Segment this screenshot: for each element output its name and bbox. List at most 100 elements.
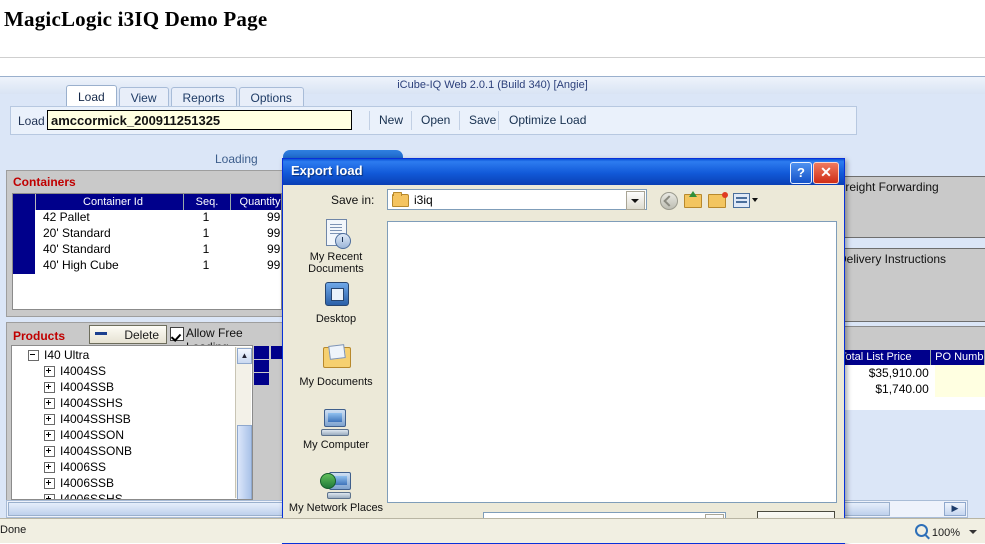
cell-container-id: 40' Standard [43,242,111,256]
views-glyph [733,193,750,208]
containers-grid[interactable]: Container Id Seq. Quantity Loa 42 Pallet… [12,193,282,310]
place-my-recent-documents[interactable]: My Recent Documents [287,219,385,275]
save-in-label: Save in: [331,193,375,207]
open-button[interactable]: Open [411,111,459,130]
price-grid[interactable]: Total List Price PO Number $35,910.00 $1… [836,350,985,410]
scrollbar-thumb[interactable] [237,425,252,499]
column-container-id[interactable]: Container Id [36,194,184,210]
expand-icon[interactable] [44,462,55,474]
column-quantity[interactable]: Quantity [231,194,281,210]
chevron-down-icon[interactable] [752,198,758,202]
file-list[interactable] [387,221,837,503]
place-my-network-places[interactable]: My Network Places [287,470,385,514]
tree-node[interactable]: I4004SSHSB [12,411,252,427]
new-button[interactable]: New [369,111,412,130]
new-folder-icon[interactable] [708,191,728,209]
tree-node[interactable]: I4004SSON [12,427,252,443]
close-icon[interactable]: ✕ [813,162,839,184]
expand-icon[interactable] [44,366,55,378]
tree-vertical-scrollbar[interactable]: ▲ [235,347,252,499]
tree-node-label: I4004SSON [60,428,125,442]
place-label: Desktop [315,313,357,325]
tree-node[interactable]: I4006SSHS [12,491,252,499]
products-tree[interactable]: I40 Ultra I4004SS I4004SSB I4004SSHS I40… [11,345,253,500]
tree-node-label: I4004SSHS [60,396,123,410]
place-desktop[interactable]: Desktop [287,281,385,325]
expand-icon[interactable] [44,414,55,426]
right-panel-spacer [836,326,985,353]
products-panel: Products Delete Allow Free Loading I40 U… [6,322,288,504]
load-input[interactable]: amccormick_200911251325 [47,110,352,130]
place-my-documents[interactable]: My Documents [287,344,385,388]
allow-free-loading-checkbox[interactable] [170,327,184,341]
load-toolbar: Load amccormick_200911251325 New Open Sa… [10,106,857,135]
table-row[interactable]: 40' High Cube 1 999 [13,258,281,274]
back-icon[interactable] [660,191,679,210]
tree-node[interactable]: I4004SSONB [12,443,252,459]
minus-icon [95,332,107,335]
expand-icon[interactable] [44,478,55,490]
cell-quantity: 999 [266,242,281,256]
scroll-right-icon[interactable]: ▶ [944,502,966,516]
desktop-glyph [325,282,349,306]
column-total-list-price[interactable]: Total List Price [836,350,932,365]
zoom-control[interactable]: 100% [914,524,977,539]
dialog-titlebar[interactable]: Export load ? ✕ [283,159,844,185]
save-in-combobox[interactable]: i3iq [387,189,647,210]
expand-icon[interactable] [44,398,55,410]
row-selector[interactable] [13,242,36,258]
expand-icon[interactable] [44,382,55,394]
cell-po-number[interactable] [934,365,985,381]
tab-view[interactable]: View [118,87,169,108]
views-icon[interactable] [733,191,758,209]
expand-icon[interactable] [44,446,55,458]
chevron-down-icon[interactable] [969,530,977,534]
table-row[interactable]: $35,910.00 [836,365,985,381]
new-badge-glyph [722,192,728,198]
tree-node[interactable]: I4004SSHS [12,395,252,411]
tree-node[interactable]: I40 Ultra [12,346,252,363]
place-my-computer[interactable]: My Computer [287,407,385,451]
place-label: My Documents [299,376,373,388]
table-row[interactable]: 40' Standard 1 999 [13,242,281,258]
tree-node[interactable]: I4006SSB [12,475,252,491]
tab-load[interactable]: Load [66,85,117,108]
row-selector[interactable] [13,210,36,226]
collapse-icon[interactable] [28,350,39,362]
optimize-load-button[interactable]: Optimize Load [498,111,596,130]
table-row[interactable]: 20' Standard 1 999 [13,226,281,242]
header-divider [0,57,985,58]
cell-seq: 1 [202,226,210,240]
browser-statusbar: Done 100% [0,518,985,543]
help-icon[interactable]: ? [790,162,812,184]
desktop-icon [319,281,353,311]
row-selector[interactable] [13,258,36,274]
save-in-row: Save in: i3iq [283,185,844,217]
cell-container-id: 20' Standard [43,226,111,240]
containers-panel: Containers Container Id Seq. Quantity Lo… [6,170,286,317]
up-one-level-icon[interactable] [684,191,703,209]
tab-reports[interactable]: Reports [170,87,237,108]
matrix-cell [254,360,269,372]
expand-icon[interactable] [44,494,55,499]
table-row[interactable]: 42 Pallet 1 999 [13,210,281,226]
export-load-dialog: Export load ? ✕ Save in: i3iq My Recent … [282,158,845,544]
column-po-number[interactable]: PO Number [931,350,985,365]
page-title: MagicLogic i3IQ Demo Page [4,7,268,31]
table-row[interactable]: $1,740.00 [836,381,985,397]
row-selector[interactable] [13,226,36,242]
chevron-down-icon[interactable] [626,191,645,210]
column-seq[interactable]: Seq. [184,194,231,210]
tree-node[interactable]: I4004SSB [12,379,252,395]
tree-node-label: I4004SSONB [60,444,133,458]
expand-icon[interactable] [44,430,55,442]
cell-po-number[interactable] [934,381,985,397]
cell-total-list-price: $1,740.00 [875,382,929,396]
tree-node-label: I4006SSB [60,476,115,490]
globe-glyph [320,473,336,489]
scroll-up-icon[interactable]: ▲ [237,348,252,364]
tree-node-label: I40 Ultra [44,348,90,362]
tree-node[interactable]: I4006SS [12,459,252,475]
tab-options[interactable]: Options [238,87,304,108]
tree-node[interactable]: I4004SS [12,363,252,379]
